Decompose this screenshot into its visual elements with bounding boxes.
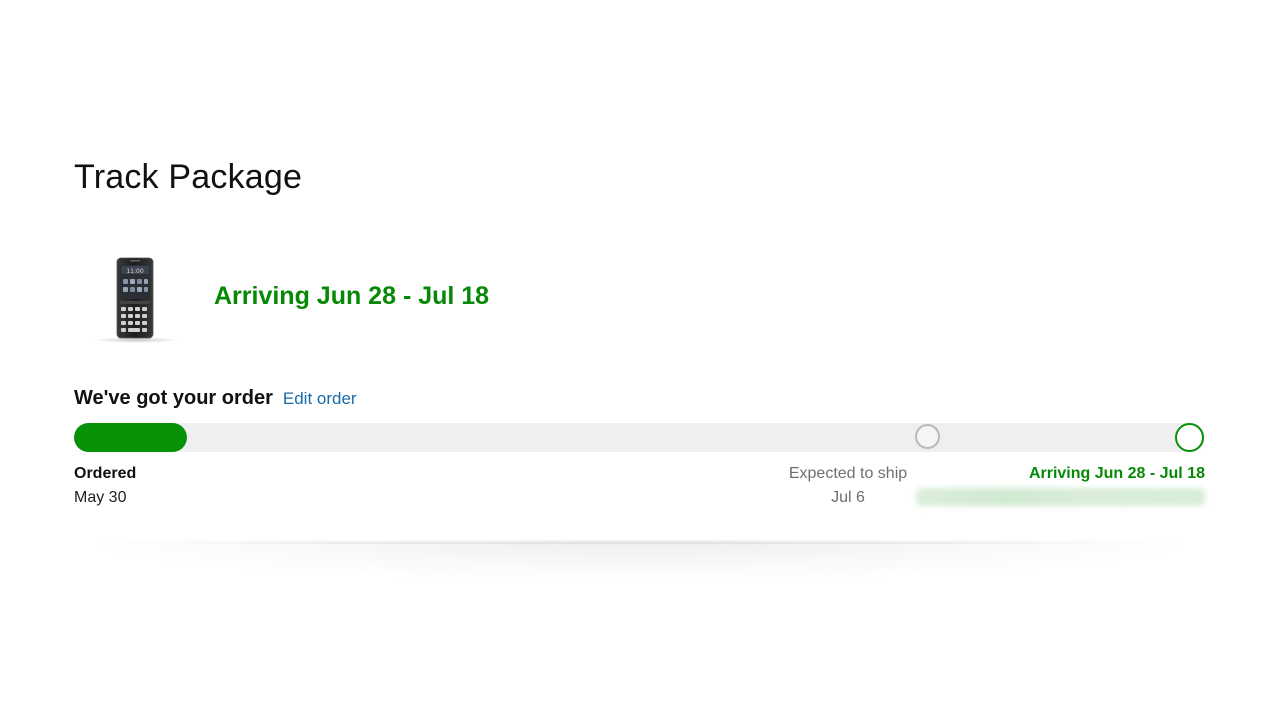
- milestone-ship-label: Expected to ship: [788, 465, 908, 482]
- milestone-ordered-label: Ordered: [74, 465, 137, 482]
- page-title: Track Package: [74, 158, 303, 196]
- milestone-arrive-marker: [1175, 423, 1204, 452]
- milestone-ship-date: Jul 6: [831, 489, 865, 506]
- order-status-row: We've got your order Edit order: [74, 387, 357, 410]
- progress-fill: [74, 423, 187, 452]
- milestone-arrive-label: Arriving Jun 28 - Jul 18: [1028, 465, 1205, 482]
- milestone-ship-marker: [915, 424, 940, 449]
- shipment-progress-bar: [74, 423, 1205, 452]
- product-image[interactable]: 11:00: [92, 252, 182, 344]
- edit-order-link[interactable]: Edit order: [283, 389, 357, 409]
- track-package-page: Track Package 11:00 Arriving Jun 28 - Ju…: [0, 0, 1280, 720]
- card-bottom-shadow: [100, 540, 1180, 580]
- svg-text:11:00: 11:00: [126, 268, 143, 275]
- blurred-delivery-detail: [916, 488, 1205, 506]
- card-divider: [150, 542, 1130, 544]
- arrival-headline: Arriving Jun 28 - Jul 18: [214, 282, 490, 310]
- order-status-title: We've got your order: [74, 387, 273, 409]
- phone-icon: 11:00: [94, 257, 178, 343]
- milestone-ordered-date: May 30: [74, 489, 127, 506]
